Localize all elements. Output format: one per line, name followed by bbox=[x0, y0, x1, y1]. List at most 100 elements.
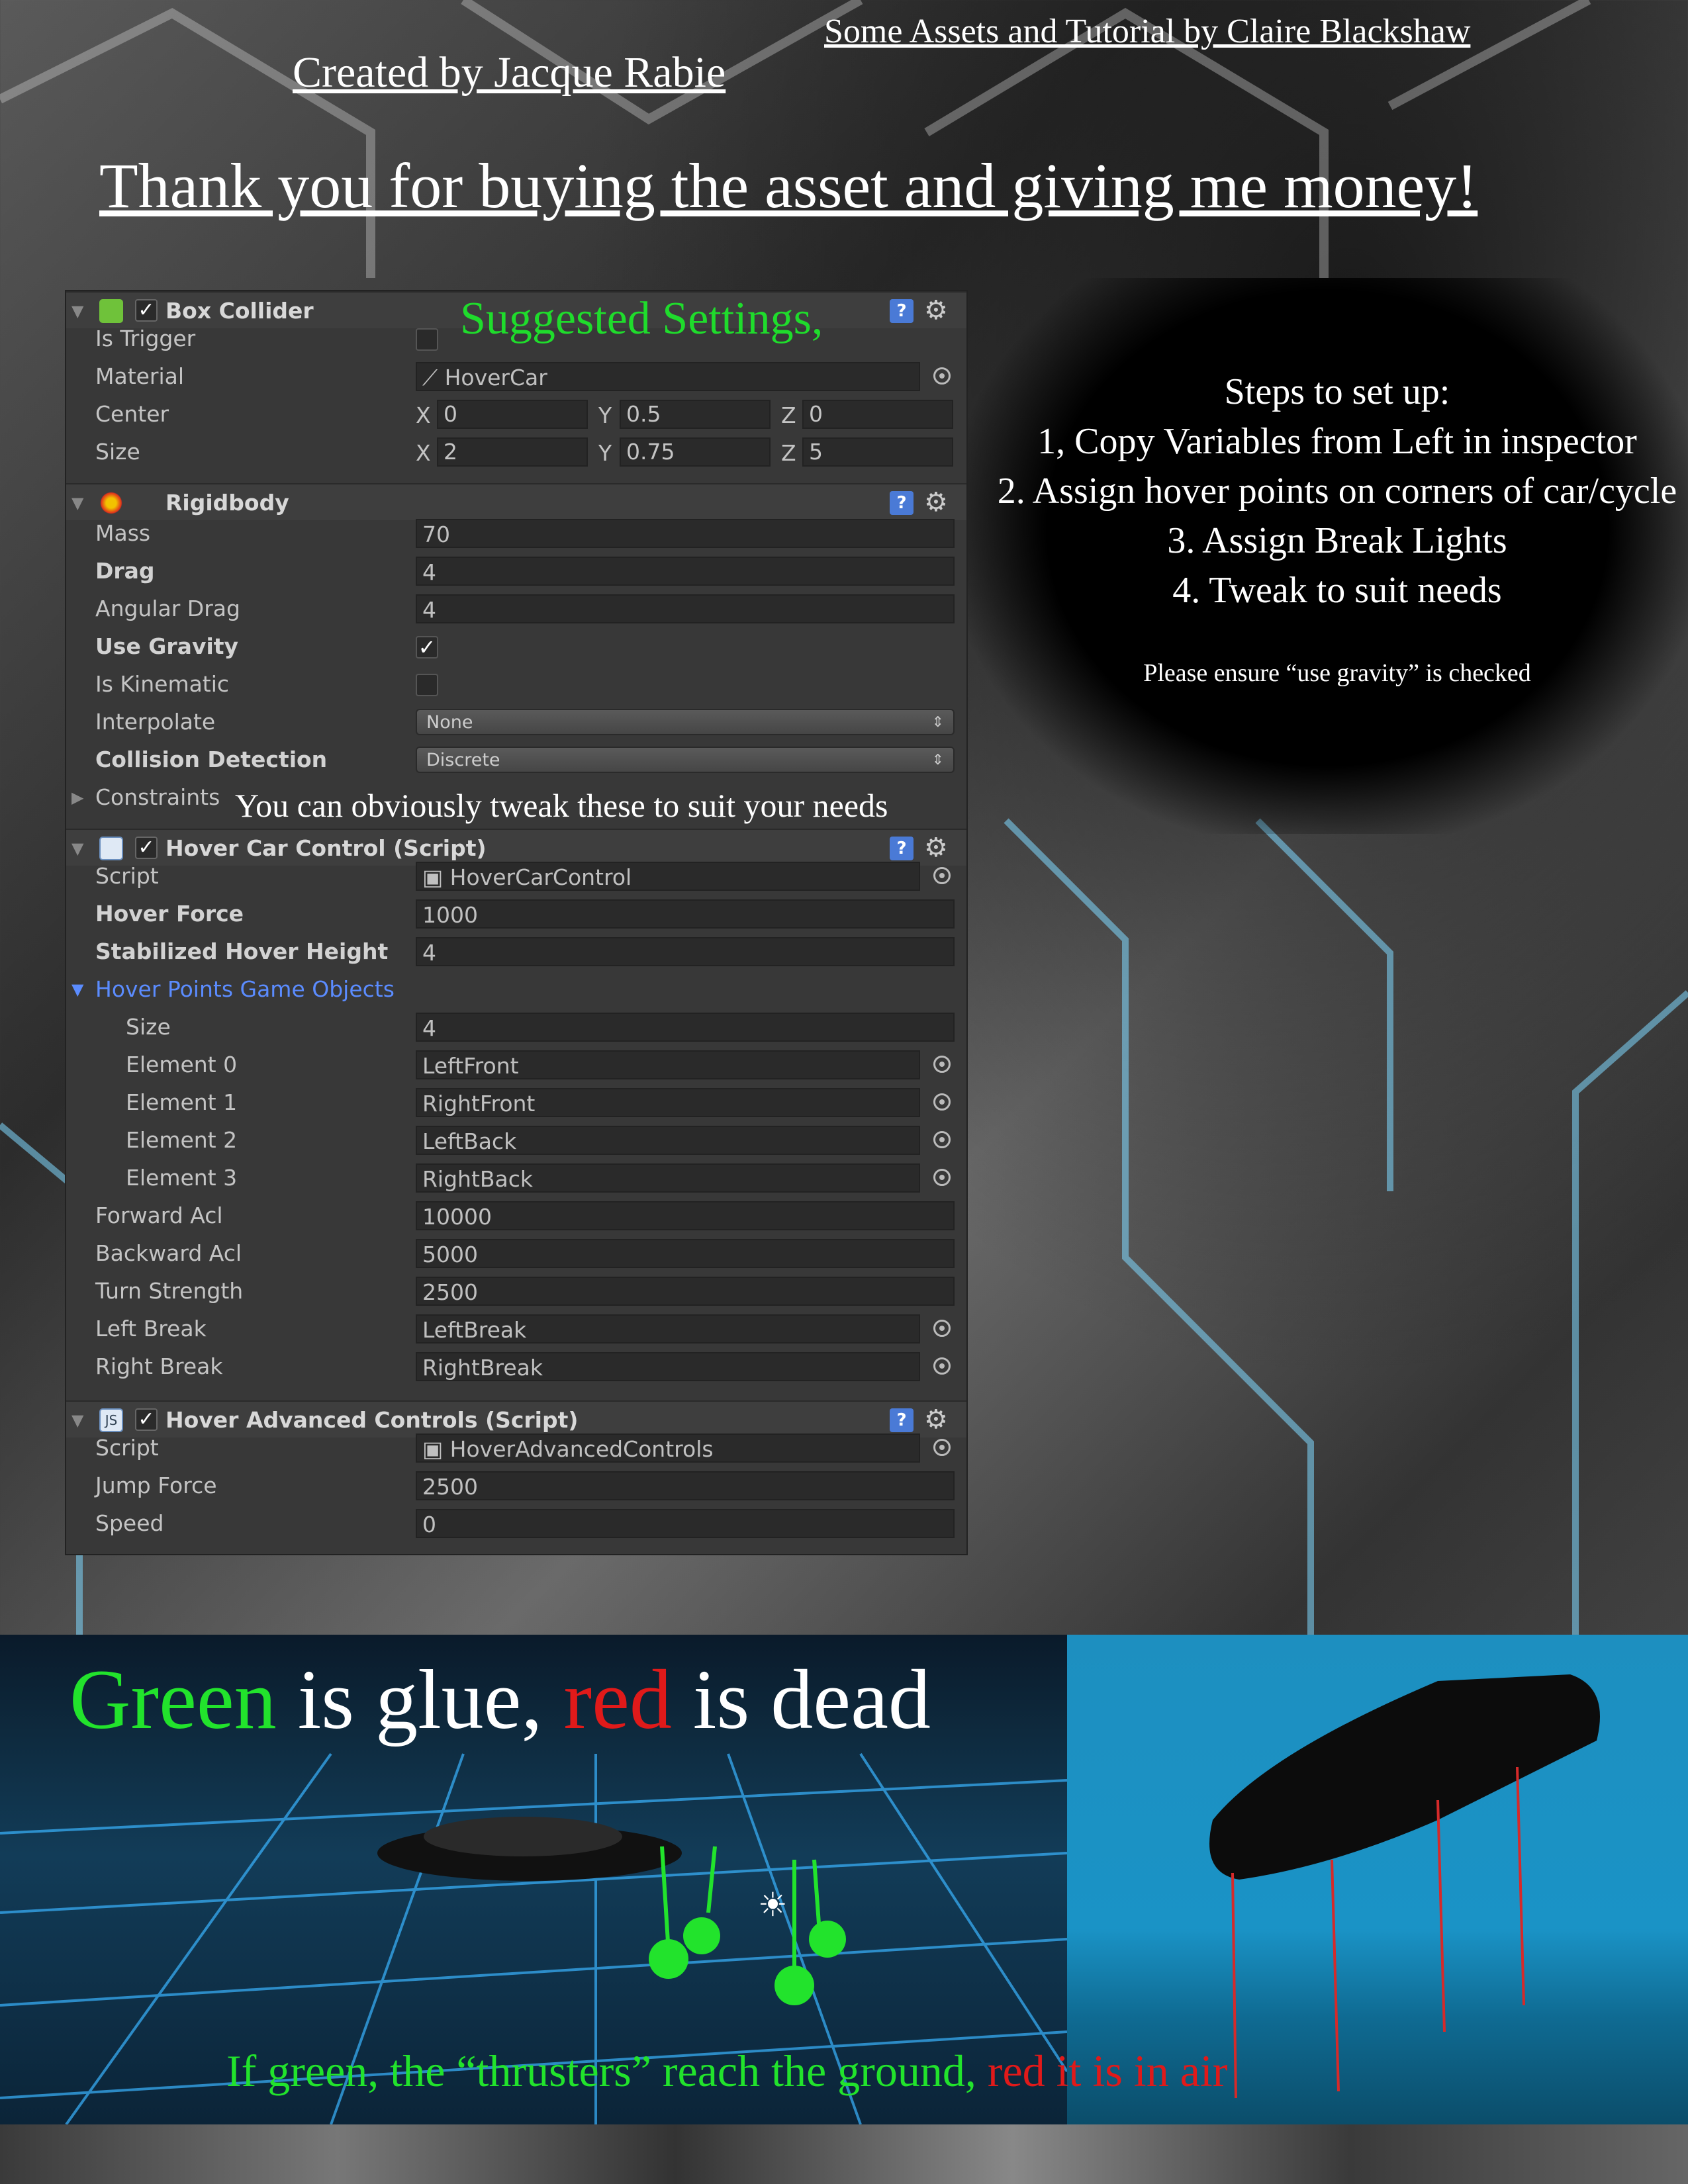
center-x-field[interactable]: 0 bbox=[437, 400, 588, 429]
hover-advanced-enabled-checkbox[interactable]: ✓ bbox=[135, 1408, 158, 1431]
points-size-row: Size 4 bbox=[66, 1009, 966, 1046]
interpolate-dropdown[interactable]: None ⇕ bbox=[416, 709, 955, 735]
hover-points-row[interactable]: ▼ Hover Points Game Objects bbox=[66, 971, 966, 1009]
help-icon[interactable]: ? bbox=[890, 299, 914, 323]
step-1: 1, Copy Variables from Left in inspector bbox=[1037, 421, 1637, 462]
center-z-field[interactable]: 0 bbox=[802, 400, 953, 429]
object-picker-icon[interactable] bbox=[933, 867, 951, 884]
axis-y-label: Y bbox=[598, 440, 612, 466]
right-break-row: Right Break RightBreak bbox=[66, 1348, 966, 1386]
speed-field[interactable]: 0 bbox=[416, 1509, 955, 1538]
collision-label: Collision Detection bbox=[95, 747, 328, 772]
element-row: Element 0 LeftFront bbox=[66, 1046, 966, 1084]
step-3: 3. Assign Break Lights bbox=[1167, 520, 1507, 561]
collapse-arrow-icon[interactable]: ▼ bbox=[71, 1411, 83, 1430]
object-picker-icon[interactable] bbox=[933, 1439, 951, 1456]
object-picker-icon[interactable] bbox=[933, 1320, 951, 1337]
object-picker-icon[interactable] bbox=[933, 1131, 951, 1148]
unity-inspector: ▼ ✓ Box Collider ? ⚙ Is Trigger Material… bbox=[66, 291, 966, 1554]
left-break-field[interactable]: LeftBreak bbox=[416, 1314, 920, 1343]
rigidbody-icon bbox=[99, 491, 123, 515]
object-picker-icon[interactable] bbox=[933, 1357, 951, 1375]
thruster-line bbox=[1516, 1766, 1525, 2006]
size-y-field[interactable]: 0.75 bbox=[620, 437, 771, 467]
element-row: Element 3 RightBack bbox=[66, 1160, 966, 1197]
script-field[interactable]: ▣ HoverCarControl bbox=[416, 862, 920, 891]
size-z-field[interactable]: 5 bbox=[802, 437, 953, 467]
stab-height-field[interactable]: 4 bbox=[416, 937, 955, 966]
object-picker-icon[interactable] bbox=[933, 1169, 951, 1186]
material-value: HoverCar bbox=[444, 365, 547, 390]
is-trigger-checkbox[interactable] bbox=[416, 328, 438, 351]
glue-middle-text: is glue, bbox=[276, 1653, 564, 1747]
axis-x-label: X bbox=[416, 440, 431, 466]
is-trigger-label: Is Trigger bbox=[95, 326, 196, 351]
interpolate-value: None bbox=[426, 712, 473, 733]
axis-x-label: X bbox=[416, 402, 431, 428]
thruster-line bbox=[706, 1846, 717, 1913]
element-field[interactable]: RightFront bbox=[416, 1088, 920, 1117]
hover-force-label: Hover Force bbox=[95, 901, 244, 927]
gear-icon[interactable]: ⚙ bbox=[924, 487, 948, 518]
right-break-label: Right Break bbox=[95, 1353, 223, 1379]
interpolate-row: Interpolate None ⇕ bbox=[66, 704, 966, 741]
box-collider-enabled-checkbox[interactable]: ✓ bbox=[135, 299, 158, 322]
angular-drag-field[interactable]: 4 bbox=[416, 594, 955, 623]
help-icon[interactable]: ? bbox=[890, 1408, 914, 1432]
step-4: 4. Tweak to suit needs bbox=[1172, 570, 1502, 611]
turn-label: Turn Strength bbox=[95, 1278, 244, 1304]
element-row: Element 1 RightFront bbox=[66, 1084, 966, 1122]
thruster-green-text: If green, the “thrusters” reach the grou… bbox=[226, 2046, 988, 2096]
use-gravity-checkbox[interactable]: ✓ bbox=[416, 636, 438, 659]
collision-row: Collision Detection Discrete ⇕ bbox=[66, 741, 966, 779]
hover-car-control-enabled-checkbox[interactable]: ✓ bbox=[135, 837, 158, 859]
script-label: Script bbox=[95, 1435, 159, 1461]
element-field[interactable]: LeftBack bbox=[416, 1126, 920, 1155]
center-y-field[interactable]: 0.5 bbox=[620, 400, 771, 429]
points-size-field[interactable]: 4 bbox=[416, 1013, 955, 1042]
collapse-arrow-icon[interactable]: ▼ bbox=[71, 302, 83, 320]
forward-label: Forward Acl bbox=[95, 1203, 223, 1228]
expand-arrow-icon[interactable]: ▶ bbox=[71, 788, 83, 807]
script-field[interactable]: ▣ HoverAdvancedControls bbox=[416, 1433, 920, 1463]
right-break-field[interactable]: RightBreak bbox=[416, 1352, 920, 1381]
object-picker-icon[interactable] bbox=[933, 1056, 951, 1073]
collision-dropdown[interactable]: Discrete ⇕ bbox=[416, 747, 955, 773]
mass-row: Mass 70 bbox=[66, 515, 966, 553]
mass-field[interactable]: 70 bbox=[416, 519, 955, 548]
drag-field[interactable]: 4 bbox=[416, 557, 955, 586]
forward-field[interactable]: 10000 bbox=[416, 1201, 955, 1230]
interpolate-label: Interpolate bbox=[95, 709, 216, 735]
help-icon[interactable]: ? bbox=[890, 491, 914, 515]
backward-field[interactable]: 5000 bbox=[416, 1239, 955, 1268]
thruster-caption: If green, the “thrusters” reach the grou… bbox=[226, 2045, 1227, 2097]
object-picker-icon[interactable] bbox=[933, 1093, 951, 1111]
collision-value: Discrete bbox=[426, 750, 500, 770]
element-field[interactable]: RightBack bbox=[416, 1163, 920, 1193]
dropdown-arrow-icon: ⇕ bbox=[931, 752, 944, 768]
turn-field[interactable]: 2500 bbox=[416, 1277, 955, 1306]
thanks-heading: Thank you for buying the asset and givin… bbox=[99, 150, 1478, 221]
constraints-label: Constraints bbox=[95, 784, 220, 810]
glue-red-word: red bbox=[563, 1653, 672, 1747]
help-icon[interactable]: ? bbox=[890, 837, 914, 860]
size-x-field[interactable]: 2 bbox=[437, 437, 588, 467]
object-picker-icon[interactable] bbox=[933, 367, 951, 385]
is-kinematic-checkbox[interactable] bbox=[416, 674, 438, 696]
speed-label: Speed bbox=[95, 1510, 164, 1536]
glue-caption: Green is glue, red is dead bbox=[70, 1651, 931, 1749]
speed-row: Speed 0 bbox=[66, 1505, 966, 1543]
forward-row: Forward Acl 10000 bbox=[66, 1197, 966, 1235]
jump-force-field[interactable]: 2500 bbox=[416, 1471, 955, 1500]
steps-title: Steps to set up: bbox=[1224, 371, 1450, 412]
element-field[interactable]: LeftFront bbox=[416, 1050, 920, 1079]
material-row: Material ⟋ HoverCar bbox=[66, 358, 966, 396]
left-break-label: Left Break bbox=[95, 1316, 207, 1342]
hover-force-field[interactable]: 1000 bbox=[416, 899, 955, 929]
dropdown-arrow-icon: ⇕ bbox=[931, 714, 944, 731]
box-collider-icon bbox=[99, 299, 123, 323]
material-field[interactable]: ⟋ HoverCar bbox=[416, 362, 920, 391]
collapse-arrow-icon[interactable]: ▼ bbox=[71, 494, 83, 512]
collapse-arrow-icon[interactable]: ▼ bbox=[71, 980, 83, 999]
collapse-arrow-icon[interactable]: ▼ bbox=[71, 839, 83, 858]
